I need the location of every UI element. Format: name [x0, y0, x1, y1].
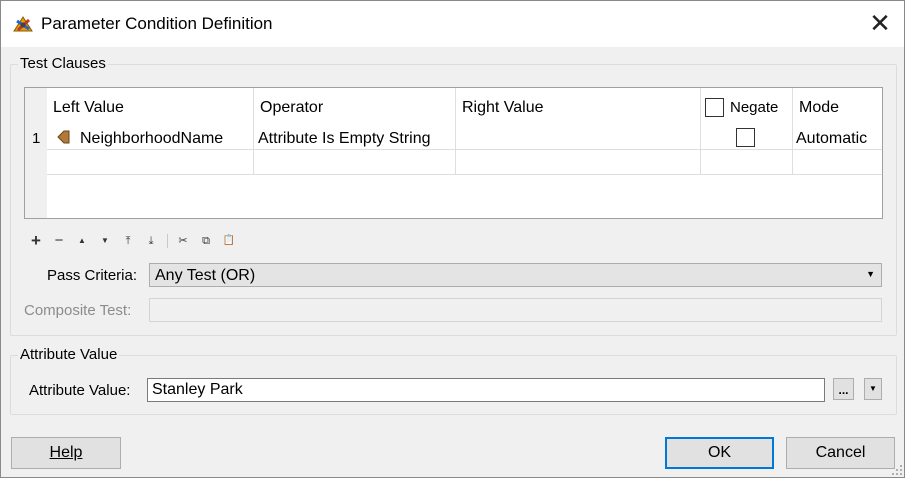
resize-grip-icon[interactable] [891, 464, 903, 476]
column-header-mode[interactable]: Mode [799, 99, 839, 117]
ellipsis-button[interactable]: ... [833, 378, 854, 400]
column-divider [455, 88, 456, 174]
fme-app-icon [13, 16, 33, 32]
add-clause-icon[interactable]: + [27, 232, 45, 249]
attribute-value-group-label: Attribute Value [18, 346, 120, 363]
toolbar-separator [167, 234, 168, 248]
move-down-icon[interactable]: ▼ [96, 233, 114, 249]
ok-button[interactable]: OK [665, 437, 774, 469]
pass-criteria-label: Pass Criteria: [47, 267, 138, 284]
cut-icon[interactable]: ✂ [174, 233, 192, 249]
row-header-column [25, 88, 47, 218]
attribute-value-input[interactable]: Stanley Park [147, 378, 825, 402]
negate-checkbox[interactable] [736, 128, 755, 147]
column-divider [253, 88, 254, 174]
help-button[interactable]: Help [11, 437, 121, 469]
pass-criteria-value: Any Test (OR) [155, 267, 256, 284]
row-divider [47, 174, 882, 175]
column-header-negate: Negate [730, 99, 779, 116]
attribute-value-menu-button[interactable]: ▼ [864, 378, 882, 400]
column-divider [700, 88, 701, 174]
column-header-operator[interactable]: Operator [260, 99, 323, 117]
test-clauses-table[interactable]: Left Value Operator Right Value Negate M… [24, 87, 883, 219]
close-button[interactable]: ✕ [863, 7, 897, 41]
attribute-icon [57, 130, 70, 144]
operator-cell[interactable]: Attribute Is Empty String [258, 130, 431, 148]
negate-all-checkbox[interactable] [705, 98, 724, 117]
column-header-right-value[interactable]: Right Value [462, 99, 544, 117]
window-title: Parameter Condition Definition [41, 14, 273, 33]
column-header-left-value[interactable]: Left Value [53, 99, 124, 117]
dialog-window: Parameter Condition Definition ✕ Test Cl… [0, 0, 905, 478]
test-clauses-label: Test Clauses [18, 55, 108, 72]
title-bar: Parameter Condition Definition ✕ [1, 1, 904, 47]
remove-clause-icon[interactable]: − [50, 233, 68, 249]
left-value-cell[interactable]: NeighborhoodName [80, 130, 223, 148]
move-to-top-icon[interactable]: ⤒ [119, 233, 137, 249]
composite-test-label: Composite Test: [24, 302, 132, 319]
copy-icon[interactable]: ⧉ [197, 233, 215, 249]
paste-icon[interactable]: 📋 [220, 233, 238, 249]
row-divider [47, 149, 882, 150]
pass-criteria-select[interactable]: Any Test (OR) ▼ [149, 263, 882, 287]
composite-test-field [149, 298, 882, 322]
row-number: 1 [32, 130, 41, 147]
move-up-icon[interactable]: ▲ [73, 233, 91, 249]
help-button-label: Help [49, 444, 83, 461]
chevron-down-icon: ▼ [866, 269, 875, 279]
cancel-button[interactable]: Cancel [786, 437, 895, 469]
attribute-value-label: Attribute Value: [29, 382, 131, 399]
mode-cell[interactable]: Automatic [796, 130, 867, 148]
move-to-bottom-icon[interactable]: ⤓ [142, 233, 160, 249]
column-divider [792, 88, 793, 174]
